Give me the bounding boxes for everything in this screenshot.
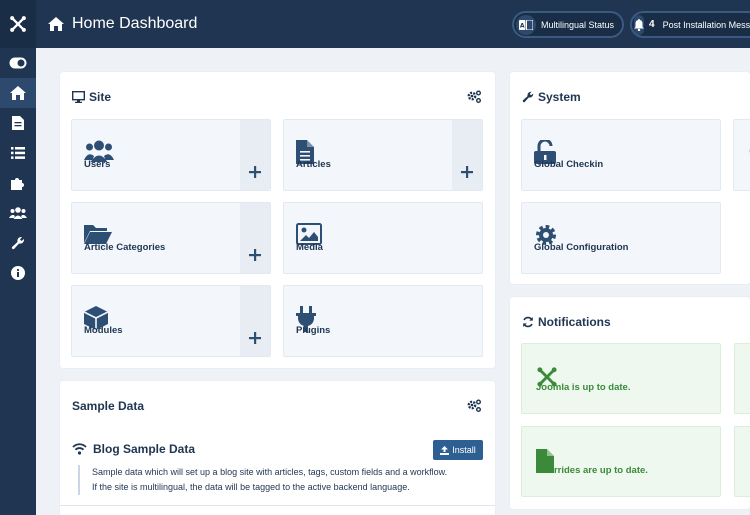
- notification-joomla-label: Joomla is up to date.: [536, 382, 631, 393]
- upload-icon: [440, 445, 450, 455]
- system-card-header: System: [522, 90, 581, 104]
- sidebar-item-toggle-menu[interactable]: [0, 48, 36, 78]
- system-card: System Global Checkin Global Configurati…: [510, 72, 750, 284]
- header-bar: Home Dashboard A Multilingual Status 4 P…: [36, 0, 750, 48]
- cogs-icon: [467, 399, 481, 412]
- sidebar-item-users[interactable]: [0, 198, 36, 228]
- toggle-icon: [9, 57, 27, 69]
- notifications-card-header: Notifications: [522, 315, 611, 329]
- site-tile-plugins[interactable]: Plugins: [283, 285, 483, 357]
- home-icon: [48, 17, 64, 31]
- sidebar-item-menus[interactable]: [0, 138, 36, 168]
- plus-icon: [461, 166, 473, 178]
- list-icon: [11, 147, 25, 159]
- users-icon: [9, 207, 27, 219]
- add-category-button[interactable]: [240, 203, 270, 273]
- sample-data-options-button[interactable]: [466, 399, 482, 418]
- system-tile-global-configuration-label: Global Configuration: [534, 242, 629, 253]
- file-icon: [12, 116, 24, 130]
- sidebar-item-content[interactable]: [0, 108, 36, 138]
- sidebar-item-help[interactable]: [0, 258, 36, 288]
- blog-sample-data-title: Blog Sample Data: [72, 442, 195, 456]
- sample-data-card: Sample Data Blog Sample Data Install Sam…: [60, 381, 495, 515]
- sample-data-card-title: Sample Data: [72, 399, 145, 413]
- sample-data-divider: [60, 505, 495, 506]
- language-icon: A: [516, 14, 536, 35]
- notification-partial-2[interactable]: [734, 426, 750, 497]
- sidebar: [0, 0, 36, 515]
- page-title: Home Dashboard: [72, 15, 198, 32]
- install-blog-sample-data-button[interactable]: Install: [433, 440, 483, 460]
- notification-overrides-label: Overrides are up to date.: [536, 465, 648, 476]
- desktop-icon: [72, 91, 85, 103]
- sample-data-card-header: Sample Data: [72, 399, 144, 413]
- partial-icon: [746, 144, 750, 171]
- site-tile-users[interactable]: Users: [71, 119, 271, 191]
- site-card-header: Site: [72, 90, 111, 104]
- site-tile-media[interactable]: Media: [283, 202, 483, 274]
- multilingual-status-label: Multilingual Status: [541, 19, 615, 30]
- joomla-icon: [10, 16, 26, 32]
- joomla-logo[interactable]: [0, 0, 36, 48]
- blog-sample-data-description: Sample data which will set up a blog sit…: [78, 465, 478, 495]
- post-installation-count: 4: [649, 19, 655, 30]
- plus-icon: [249, 332, 261, 344]
- site-tile-plugins-label: Plugins: [296, 325, 331, 336]
- multilingual-status-button[interactable]: A Multilingual Status: [512, 11, 624, 38]
- install-button-label: Install: [452, 445, 476, 455]
- site-tile-users-label: Users: [84, 159, 111, 170]
- wrench-icon: [11, 236, 25, 250]
- site-tile-modules-label: Modules: [84, 325, 123, 336]
- site-card: Site Users Articles Article Categories M…: [60, 72, 495, 368]
- plus-icon: [249, 166, 261, 178]
- post-installation-label: Post Installation Messages: [662, 19, 750, 30]
- notification-joomla-up-to-date[interactable]: Joomla is up to date.: [521, 343, 721, 414]
- site-tile-articles-label: Articles: [296, 159, 331, 170]
- cogs-icon: [467, 90, 481, 103]
- home-icon: [10, 86, 26, 100]
- notification-overrides-up-to-date[interactable]: Overrides are up to date.: [521, 426, 721, 497]
- svg-text:A: A: [520, 22, 525, 29]
- sample-description-line1: Sample data which will set up a blog sit…: [92, 467, 448, 477]
- site-tile-articles[interactable]: Articles: [283, 119, 483, 191]
- add-module-button[interactable]: [240, 286, 270, 356]
- puzzle-icon: [11, 178, 24, 190]
- notifications-card-title: Notifications: [538, 315, 611, 329]
- bell-icon: [634, 14, 644, 35]
- site-tile-modules[interactable]: Modules: [71, 285, 271, 357]
- info-icon: [11, 266, 25, 280]
- site-card-options-button[interactable]: [466, 90, 482, 109]
- system-tile-global-checkin[interactable]: Global Checkin: [521, 119, 721, 191]
- wifi-icon: [72, 443, 87, 455]
- blog-sample-data-label: Blog Sample Data: [93, 442, 196, 456]
- sync-icon: [523, 316, 533, 328]
- site-card-title: Site: [89, 90, 112, 104]
- page-title-wrap: Home Dashboard: [48, 15, 197, 33]
- notification-partial-1[interactable]: [734, 343, 750, 414]
- system-tile-global-configuration[interactable]: Global Configuration: [521, 202, 721, 274]
- sidebar-nav: [0, 48, 36, 288]
- plus-icon: [249, 249, 261, 261]
- notifications-card: Notifications Joomla is up to date. Over…: [510, 297, 750, 509]
- add-user-button[interactable]: [240, 120, 270, 190]
- system-tile-partial[interactable]: [733, 119, 750, 191]
- sample-description-line2: If the site is multilingual, the data wi…: [92, 482, 410, 492]
- system-card-title: System: [538, 90, 581, 104]
- wrench-icon: [522, 91, 534, 103]
- site-tile-article-categories-label: Article Categories: [84, 242, 166, 253]
- sidebar-item-components[interactable]: [0, 168, 36, 198]
- sidebar-item-system[interactable]: [0, 228, 36, 258]
- post-installation-messages-button[interactable]: 4 Post Installation Messages: [630, 11, 750, 38]
- sidebar-item-home[interactable]: [0, 78, 36, 108]
- site-tile-article-categories[interactable]: Article Categories: [71, 202, 271, 274]
- site-tile-media-label: Media: [296, 242, 323, 253]
- add-article-button[interactable]: [452, 120, 482, 190]
- system-tile-global-checkin-label: Global Checkin: [534, 159, 604, 170]
